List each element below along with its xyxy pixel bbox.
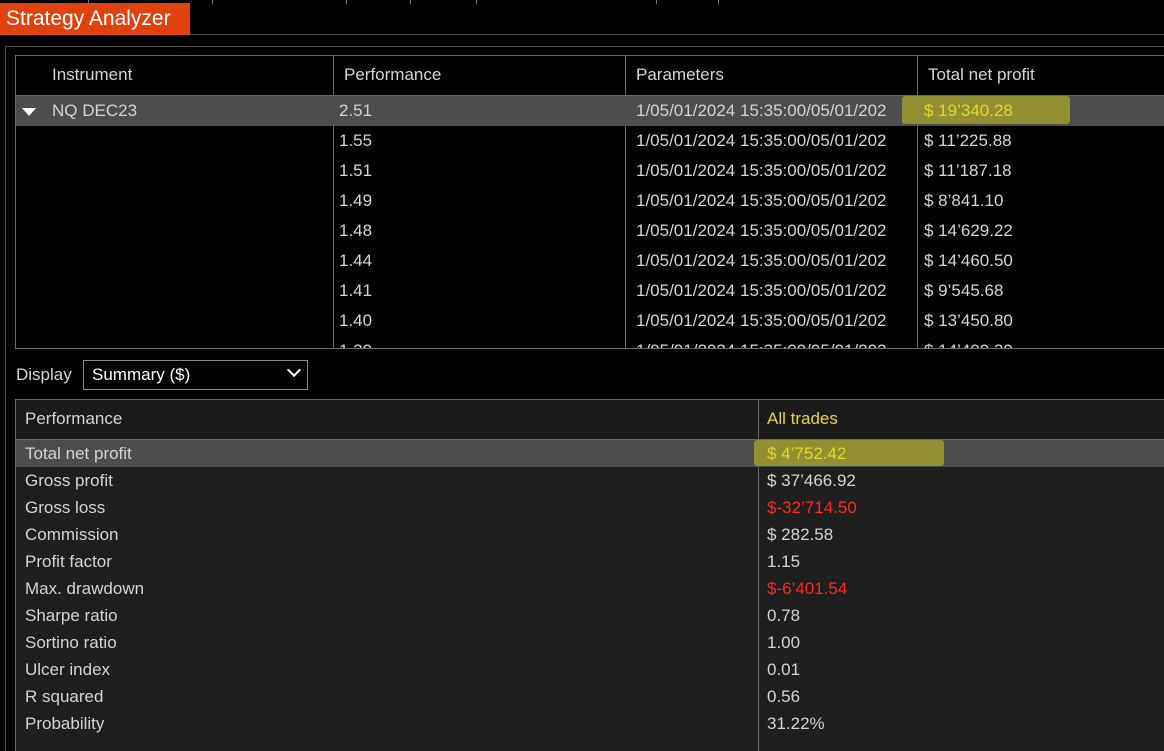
- window-title-tab[interactable]: Strategy Analyzer: [0, 3, 190, 35]
- cell-performance: 1.48: [339, 221, 373, 240]
- cell-parameters: 1/05/01/2024 15:35:00/05/01/202: [636, 336, 912, 348]
- cell-total-net-profit: $ 8’841.10: [924, 191, 1004, 210]
- cell-performance: 1.39: [339, 336, 619, 348]
- summary-grid[interactable]: Performance All trades Total net profit …: [15, 399, 1164, 751]
- metric-value: 1.15: [767, 552, 801, 571]
- cell-parameters: 1/05/01/2024 15:35:00/05/01/202: [636, 311, 887, 330]
- metric-label: Sortino ratio: [25, 633, 117, 652]
- metric-label: Gross loss: [25, 498, 106, 517]
- cell-parameters: 1/05/01/2024 15:35:00/05/01/202: [636, 101, 887, 120]
- cell-parameters: 1/05/01/2024 15:35:00/05/01/202: [636, 251, 887, 270]
- metric-value: $-6’401.54: [767, 579, 848, 598]
- metric-label: Ulcer index: [25, 660, 111, 679]
- metric-label: R squared: [25, 687, 104, 706]
- metric-value: 0.01: [767, 660, 801, 679]
- metric-value: $-32’714.50: [767, 498, 857, 517]
- cell-total-net-profit: $ 11’187.18: [924, 161, 1012, 180]
- table-row[interactable]: 1.55 1/05/01/2024 15:35:00/05/01/202 $ 1…: [16, 126, 1164, 156]
- table-row[interactable]: Gross loss $-32’714.50: [16, 494, 1164, 521]
- collapse-toggle-icon[interactable]: [22, 108, 36, 116]
- table-row[interactable]: 1.41 1/05/01/2024 15:35:00/05/01/202 $ 9…: [16, 276, 1164, 306]
- results-grid[interactable]: Instrument Performance Parameters Total …: [15, 55, 1164, 349]
- column-header-all-trades[interactable]: All trades: [758, 400, 1164, 440]
- cell-total-net-profit: $ 14’460.50: [924, 251, 1013, 270]
- cell-performance: 1.51: [339, 161, 373, 180]
- column-header-parameters[interactable]: Parameters: [626, 56, 918, 96]
- metric-value: 0.56: [767, 687, 801, 706]
- title-bar: Strategy Analyzer: [0, 0, 1164, 36]
- cell-total-net-profit: $ 14’629.22: [924, 221, 1013, 240]
- cell-total-net-profit: $ 14’499.30: [924, 336, 1164, 348]
- display-dropdown-value: Summary ($): [92, 365, 191, 384]
- cell-total-net-profit: $ 9’545.68: [924, 281, 1004, 300]
- table-row[interactable]: Commission $ 282.58: [16, 521, 1164, 548]
- cell-total-net-profit: $ 19’340.28: [924, 101, 1013, 120]
- cell-total-net-profit: $ 11’225.88: [924, 131, 1012, 150]
- cell-performance: 1.41: [339, 281, 373, 300]
- metric-label: Probability: [25, 714, 105, 733]
- table-row[interactable]: 1.39 1/05/01/2024 15:35:00/05/01/202 $ 1…: [16, 336, 1164, 348]
- cell-parameters: 1/05/01/2024 15:35:00/05/01/202: [636, 221, 887, 240]
- results-grid-body: NQ DEC23 2.51 1/05/01/2024 15:35:00/05/0…: [16, 96, 1164, 348]
- column-header-performance[interactable]: Performance: [334, 56, 626, 96]
- cell-parameters: 1/05/01/2024 15:35:00/05/01/202: [636, 191, 887, 210]
- column-header-total-net-profit[interactable]: Total net profit: [918, 56, 1164, 96]
- title-bar-divider: [190, 34, 1164, 35]
- table-row[interactable]: 1.44 1/05/01/2024 15:35:00/05/01/202 $ 1…: [16, 246, 1164, 276]
- cell-parameters: 1/05/01/2024 15:35:00/05/01/202: [636, 281, 887, 300]
- table-row[interactable]: 1.49 1/05/01/2024 15:35:00/05/01/202 $ 8…: [16, 186, 1164, 216]
- table-row[interactable]: 1.40 1/05/01/2024 15:35:00/05/01/202 $ 1…: [16, 306, 1164, 336]
- metric-label: Total net profit: [25, 444, 132, 463]
- metric-value: 1.00: [767, 633, 801, 652]
- cell-total-net-profit: $ 13’450.80: [924, 311, 1013, 330]
- metric-label: Gross profit: [25, 471, 113, 490]
- table-row[interactable]: Ulcer index 0.01: [16, 656, 1164, 683]
- cell-parameters: 1/05/01/2024 15:35:00/05/01/202: [636, 131, 887, 150]
- table-row[interactable]: 1.51 1/05/01/2024 15:35:00/05/01/202 $ 1…: [16, 156, 1164, 186]
- table-row[interactable]: Probability 31.22%: [16, 710, 1164, 737]
- table-row[interactable]: Sortino ratio 1.00: [16, 629, 1164, 656]
- display-dropdown[interactable]: Summary ($): [83, 360, 308, 390]
- cell-instrument: NQ DEC23: [52, 101, 138, 120]
- metric-value: $ 282.58: [767, 525, 834, 544]
- table-row[interactable]: Total net profit $ 4’752.42: [16, 440, 1164, 467]
- table-row[interactable]: Gross profit $ 37’466.92: [16, 467, 1164, 494]
- cell-performance: 1.49: [339, 191, 373, 210]
- summary-grid-header: Performance All trades: [16, 400, 1164, 440]
- chevron-down-icon: [286, 362, 302, 378]
- metric-value: $ 37’466.92: [767, 471, 856, 490]
- column-header-instrument[interactable]: Instrument: [42, 56, 334, 96]
- cell-performance: 2.51: [339, 101, 373, 120]
- metric-label: Profit factor: [25, 552, 112, 571]
- table-row[interactable]: 1.48 1/05/01/2024 15:35:00/05/01/202 $ 1…: [16, 216, 1164, 246]
- table-row[interactable]: Sharpe ratio 0.78: [16, 602, 1164, 629]
- metric-label: Commission: [25, 525, 119, 544]
- table-row[interactable]: Max. drawdown $-6’401.54: [16, 575, 1164, 602]
- column-header-performance[interactable]: Performance: [16, 400, 758, 440]
- metric-value: 0.78: [767, 606, 801, 625]
- metric-value: 31.22%: [767, 714, 825, 733]
- metric-label: Max. drawdown: [25, 579, 145, 598]
- table-row[interactable]: R squared 0.56: [16, 683, 1164, 710]
- table-row[interactable]: NQ DEC23 2.51 1/05/01/2024 15:35:00/05/0…: [16, 96, 1164, 126]
- cell-performance: 1.55: [339, 131, 373, 150]
- cell-performance: 1.44: [339, 251, 373, 270]
- cell-parameters: 1/05/01/2024 15:35:00/05/01/202: [636, 161, 887, 180]
- display-label: Display: [16, 365, 72, 384]
- results-grid-header: Instrument Performance Parameters Total …: [16, 56, 1164, 96]
- metric-label: Sharpe ratio: [25, 606, 118, 625]
- metric-value: $ 4’752.42: [767, 444, 847, 463]
- table-row[interactable]: Profit factor 1.15: [16, 548, 1164, 575]
- cell-performance: 1.40: [339, 311, 373, 330]
